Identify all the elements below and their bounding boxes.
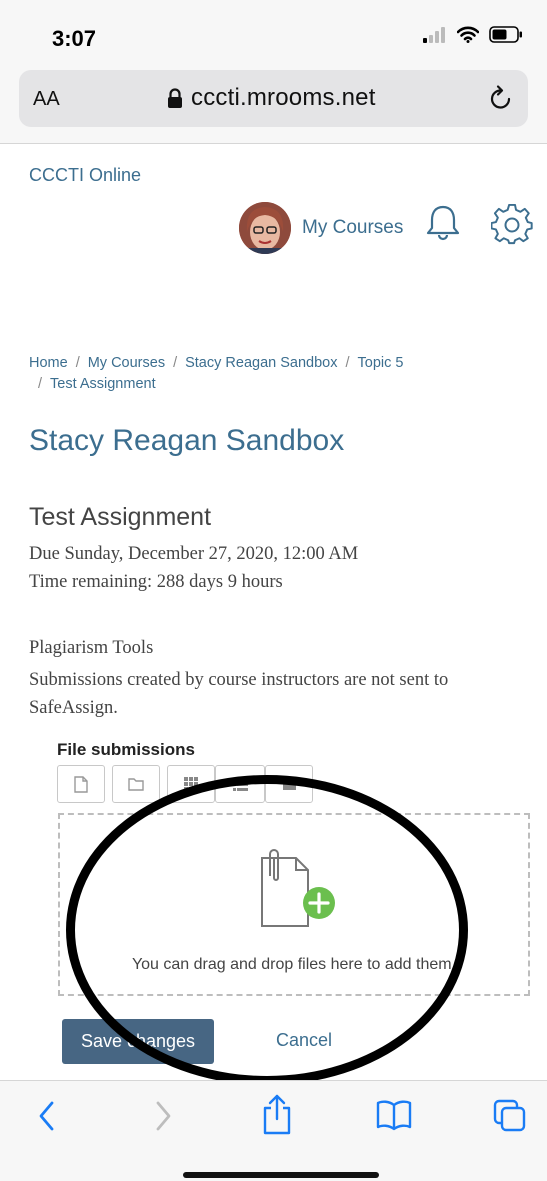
text-size-button[interactable]: AA [33, 88, 60, 111]
settings-gear-icon[interactable] [491, 204, 533, 246]
folder-icon [128, 778, 144, 791]
notifications-bell-icon[interactable] [424, 203, 462, 241]
cellular-signal-icon [423, 27, 445, 43]
plagiarism-notice: Submissions created by course instructor… [29, 670, 449, 718]
url-display[interactable]: cccti.mrooms.net [167, 84, 376, 112]
my-courses-link[interactable]: My Courses [302, 217, 403, 239]
plagiarism-tools-heading: Plagiarism Tools [29, 638, 154, 658]
text-size-label: AA [33, 88, 60, 110]
create-folder-button[interactable] [112, 765, 160, 803]
breadcrumb: Home / My Courses / Stacy Reagan Sandbox / Top… [29, 353, 449, 395]
status-bar: 3:07 [0, 0, 547, 70]
breadcrumb-separator: / [173, 355, 178, 371]
breadcrumb-home[interactable]: Home [29, 355, 68, 371]
annotation-circle [66, 775, 468, 1085]
status-time: 3:07 [52, 26, 97, 51]
add-file-button[interactable] [57, 765, 105, 803]
battery-icon [489, 26, 522, 43]
back-chevron-icon[interactable] [36, 1099, 58, 1133]
breadcrumb-topic[interactable]: Topic 5 [358, 355, 404, 371]
share-icon[interactable] [261, 1093, 293, 1135]
breadcrumb-course[interactable]: Stacy Reagan Sandbox [185, 355, 337, 371]
course-title: Stacy Reagan Sandbox [29, 424, 345, 457]
browser-toolbar [0, 1080, 547, 1181]
file-submissions-label: File submissions [57, 740, 195, 759]
lock-icon [168, 88, 182, 108]
breadcrumb-assignment[interactable]: Test Assignment [50, 376, 156, 392]
breadcrumb-separator: / [345, 355, 350, 371]
status-icons [423, 26, 523, 43]
address-bar[interactable]: AA cccti.mrooms.net [19, 70, 528, 127]
time-remaining: Time remaining: 288 days 9 hours [29, 572, 283, 592]
bookmarks-book-icon[interactable] [376, 1099, 412, 1131]
breadcrumb-separator: / [75, 355, 80, 371]
avatar-image [239, 202, 291, 254]
url-text: cccti.mrooms.net [191, 84, 376, 111]
reload-icon[interactable] [488, 84, 514, 112]
due-date: Due Sunday, December 27, 2020, 12:00 AM [29, 544, 359, 564]
wifi-icon [457, 26, 479, 43]
tabs-icon[interactable] [493, 1099, 527, 1133]
forward-chevron-icon[interactable] [152, 1099, 174, 1133]
breadcrumb-my-courses[interactable]: My Courses [88, 355, 165, 371]
file-icon [74, 775, 88, 793]
browser-address-area: AA cccti.mrooms.net [0, 70, 547, 144]
home-indicator[interactable] [183, 1172, 379, 1178]
site-name-link[interactable]: CCCTI Online [29, 165, 141, 186]
user-avatar[interactable] [239, 202, 291, 254]
assignment-title: Test Assignment [29, 503, 212, 531]
breadcrumb-separator: / [38, 376, 43, 392]
